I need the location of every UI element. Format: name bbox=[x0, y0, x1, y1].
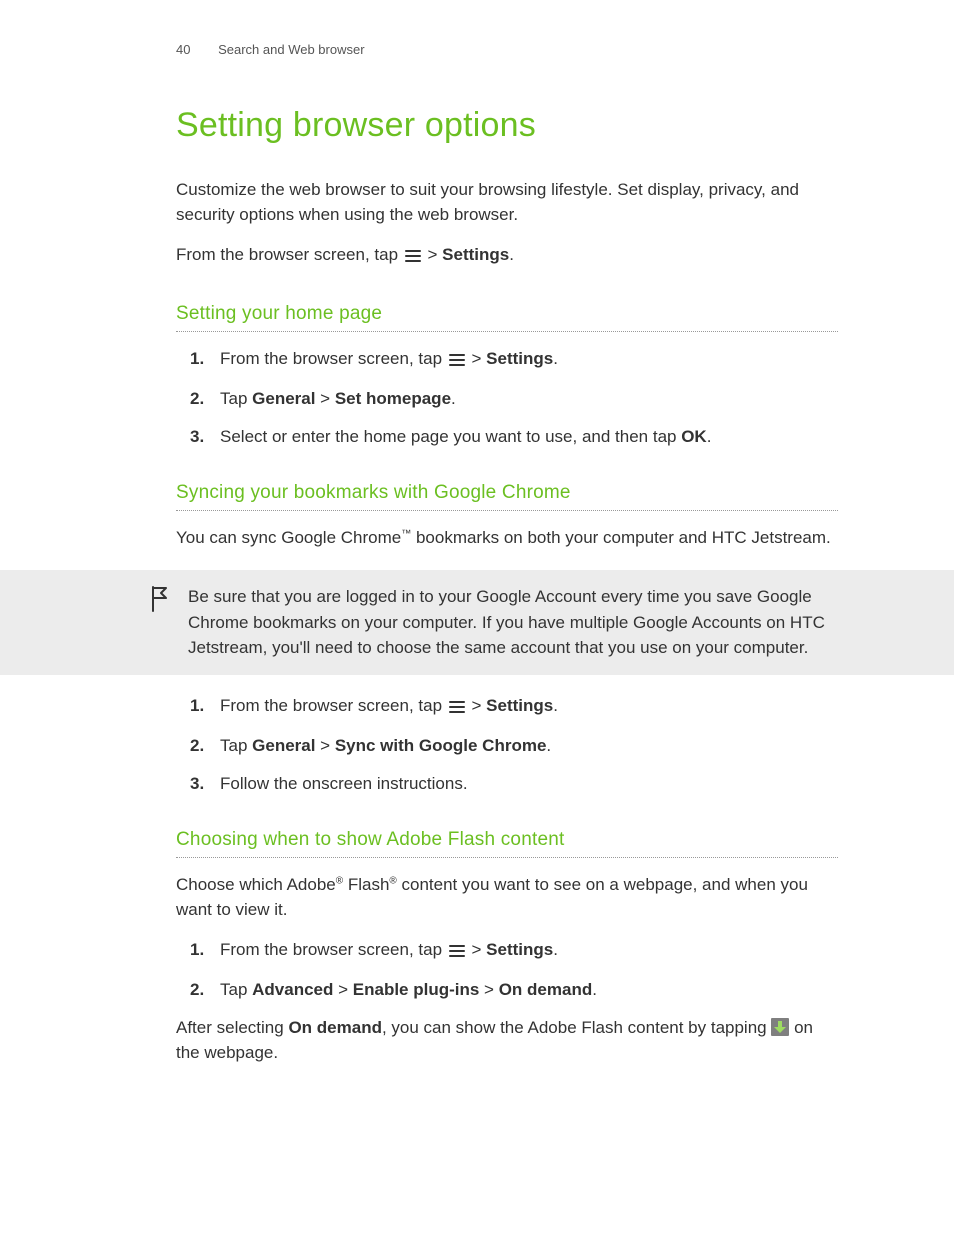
text: Tap bbox=[220, 980, 252, 999]
text: After selecting bbox=[176, 1018, 288, 1037]
step-number: 3. bbox=[190, 424, 204, 450]
document-page: 40 Search and Web browser Setting browse… bbox=[0, 0, 954, 1066]
enable-plugins-label: Enable plug-ins bbox=[353, 980, 480, 999]
settings-label: Settings bbox=[442, 245, 509, 264]
gt: > bbox=[315, 389, 334, 408]
steps-flash: 1. From the browser screen, tap > Settin… bbox=[190, 937, 838, 1003]
step-number: 1. bbox=[190, 346, 204, 372]
menu-icon bbox=[405, 245, 421, 271]
ok-label: OK bbox=[681, 427, 707, 446]
menu-icon bbox=[449, 940, 465, 966]
text: Tap bbox=[220, 389, 252, 408]
step-number: 3. bbox=[190, 771, 204, 797]
page-title: Setting browser options bbox=[176, 100, 838, 151]
settings-label: Settings bbox=[486, 940, 553, 959]
step-number: 1. bbox=[190, 693, 204, 719]
intro-paragraph: Customize the web browser to suit your b… bbox=[176, 177, 838, 228]
list-item: 2. Tap Advanced > Enable plug-ins > On d… bbox=[190, 977, 838, 1003]
steps-sync-chrome: 1. From the browser screen, tap > Settin… bbox=[190, 693, 838, 797]
settings-label: Settings bbox=[486, 696, 553, 715]
page-number: 40 bbox=[176, 40, 190, 60]
registered-symbol: ® bbox=[389, 875, 396, 886]
text: Flash bbox=[343, 875, 389, 894]
text: Tap bbox=[220, 736, 252, 755]
list-item: 2. Tap General > Sync with Google Chrome… bbox=[190, 733, 838, 759]
section-name: Search and Web browser bbox=[218, 42, 364, 57]
list-item: 1. From the browser screen, tap > Settin… bbox=[190, 346, 838, 375]
period: . bbox=[451, 389, 456, 408]
flag-icon bbox=[150, 584, 188, 661]
on-demand-label: On demand bbox=[499, 980, 593, 999]
menu-icon bbox=[449, 349, 465, 375]
after-flash-paragraph: After selecting On demand, you can show … bbox=[176, 1015, 838, 1066]
general-label: General bbox=[252, 389, 315, 408]
step-number: 2. bbox=[190, 977, 204, 1003]
period: . bbox=[553, 940, 558, 959]
note-callout: Be sure that you are logged in to your G… bbox=[0, 570, 954, 675]
subheading-home-page: Setting your home page bbox=[176, 300, 838, 332]
page-header: 40 Search and Web browser bbox=[176, 40, 838, 60]
from-browser-instruction: From the browser screen, tap > Settings. bbox=[176, 242, 838, 271]
step-number: 1. bbox=[190, 937, 204, 963]
period: . bbox=[546, 736, 551, 755]
on-demand-label: On demand bbox=[288, 1018, 382, 1037]
text: From the browser screen, tap bbox=[220, 696, 447, 715]
text: bookmarks on both your computer and HTC … bbox=[411, 528, 831, 547]
gt: > bbox=[472, 349, 487, 368]
list-item: 2. Tap General > Set homepage. bbox=[190, 386, 838, 412]
steps-home-page: 1. From the browser screen, tap > Settin… bbox=[190, 346, 838, 450]
subheading-flash: Choosing when to show Adobe Flash conten… bbox=[176, 826, 838, 858]
step-number: 2. bbox=[190, 386, 204, 412]
text: You can sync Google Chrome bbox=[176, 528, 401, 547]
note-text: Be sure that you are logged in to your G… bbox=[188, 584, 838, 661]
list-item: 1. From the browser screen, tap > Settin… bbox=[190, 937, 838, 966]
text: From the browser screen, tap bbox=[220, 349, 447, 368]
text: From the browser screen, tap bbox=[220, 940, 447, 959]
gt: > bbox=[472, 696, 487, 715]
download-arrow-icon bbox=[771, 1018, 789, 1036]
text: Choose which Adobe bbox=[176, 875, 336, 894]
sync-paragraph: You can sync Google Chrome™ bookmarks on… bbox=[176, 525, 838, 551]
registered-symbol: ® bbox=[336, 875, 343, 886]
list-item: 1. From the browser screen, tap > Settin… bbox=[190, 693, 838, 722]
sync-chrome-label: Sync with Google Chrome bbox=[335, 736, 547, 755]
menu-icon bbox=[449, 696, 465, 722]
period: . bbox=[509, 245, 514, 264]
flash-paragraph: Choose which Adobe® Flash® content you w… bbox=[176, 872, 838, 923]
list-item: 3. Follow the onscreen instructions. bbox=[190, 771, 838, 797]
list-item: 3. Select or enter the home page you wan… bbox=[190, 424, 838, 450]
gt: > bbox=[333, 980, 352, 999]
general-label: General bbox=[252, 736, 315, 755]
settings-label: Settings bbox=[486, 349, 553, 368]
period: . bbox=[592, 980, 597, 999]
text: From the browser screen, tap bbox=[176, 245, 403, 264]
trademark-symbol: ™ bbox=[401, 528, 411, 539]
step-number: 2. bbox=[190, 733, 204, 759]
text: , you can show the Adobe Flash content b… bbox=[382, 1018, 771, 1037]
set-homepage-label: Set homepage bbox=[335, 389, 451, 408]
gt: > bbox=[472, 940, 487, 959]
gt: > bbox=[479, 980, 498, 999]
period: . bbox=[553, 696, 558, 715]
subheading-sync-chrome: Syncing your bookmarks with Google Chrom… bbox=[176, 479, 838, 511]
text: Follow the onscreen instructions. bbox=[220, 774, 468, 793]
gt: > bbox=[315, 736, 334, 755]
text: Select or enter the home page you want t… bbox=[220, 427, 681, 446]
period: . bbox=[553, 349, 558, 368]
gt: > bbox=[428, 245, 443, 264]
period: . bbox=[707, 427, 712, 446]
advanced-label: Advanced bbox=[252, 980, 333, 999]
